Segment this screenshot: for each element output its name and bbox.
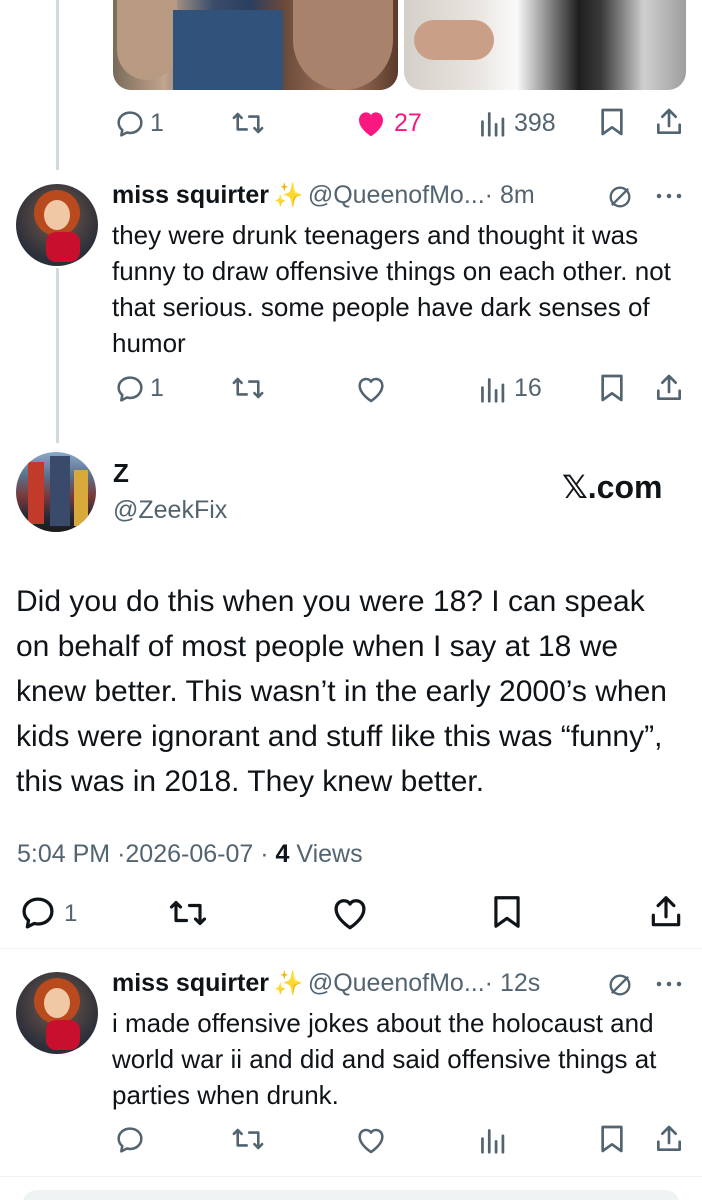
reply-icon[interactable] [18,895,58,931]
avatar-face [44,200,70,230]
author-handle[interactable]: @ZeekFix [113,496,227,525]
divider [0,948,702,949]
like-icon[interactable] [330,895,370,931]
x-watermark: 𝕏.com [562,469,663,505]
retweet-icon[interactable] [230,1123,266,1155]
thread-line-reply1 [56,268,59,443]
author-name[interactable]: Z [113,458,129,489]
reply-icon[interactable] [114,1124,146,1156]
face-shape [117,0,177,80]
share-icon[interactable] [654,1123,684,1155]
building-shape-2 [50,456,70,526]
arm-shape [414,20,494,60]
media-image-right[interactable] [404,0,686,90]
avatar[interactable] [16,452,96,532]
views-label: Views [296,840,363,868]
bookmark-icon[interactable] [598,1123,626,1155]
reply-icon[interactable] [114,373,146,405]
media-image-left[interactable] [113,0,398,90]
reply-count: 1 [64,900,78,927]
building-shape-3 [74,470,88,526]
blocked-icon [606,971,634,999]
more-icon[interactable] [654,186,684,206]
timestamp[interactable]: · 8m [485,181,535,209]
timestamp[interactable]: · 12s [485,969,541,997]
display-name[interactable]: miss squirter [112,181,269,209]
reply-text: they were drunk teenagers and thought it… [112,220,671,358]
meta-separator: · [260,840,269,868]
tweet-date[interactable]: 2026-06-07 [125,840,253,868]
views-number: 4 [275,840,290,868]
user-handle[interactable]: @QueenofMo... [308,181,485,209]
reply-icon[interactable] [114,108,146,140]
like-icon-filled[interactable] [355,108,387,138]
more-icon[interactable] [654,974,684,994]
views-icon[interactable] [478,1125,506,1155]
avatar[interactable] [16,972,98,1054]
sparkle-emoji: ✨ [273,970,304,997]
bookmark-icon[interactable] [598,106,626,138]
retweet-icon[interactable] [230,372,266,404]
thread-line-top [56,0,59,170]
tweet-meta: 5:04 PM ·2026-06-07 · 4 Views [17,840,363,869]
building-shape [28,462,44,524]
reply-count: 1 [150,374,164,402]
reply-count: 1 [150,109,164,137]
blocked-icon [606,183,634,211]
share-icon[interactable] [654,372,684,404]
user-handle[interactable]: @QueenofMo... [308,969,485,997]
avatar-body [46,1020,80,1050]
display-name[interactable]: miss squirter [112,969,269,997]
like-icon[interactable] [355,374,387,404]
share-icon[interactable] [654,106,684,138]
avatar[interactable] [16,184,98,266]
tweet-text: Did you do this when you were 18? I can … [16,585,667,798]
avatar-face [44,988,70,1018]
reply-header: miss squirter ✨ @QueenofMo...· 8m [112,181,535,210]
face-shape-2 [293,0,393,90]
views-count: 398 [514,109,556,137]
like-icon[interactable] [355,1125,387,1155]
reply-text: i made offensive jokes about the holocau… [112,1008,657,1110]
tweet-time[interactable]: 5:04 PM [17,840,110,868]
bookmark-icon[interactable] [490,893,524,931]
retweet-icon[interactable] [230,107,266,139]
bookmark-icon[interactable] [598,372,626,404]
shirt-shape [173,10,283,90]
sparkle-emoji: ✨ [273,182,304,209]
views-icon[interactable] [478,108,506,138]
avatar-body [46,232,80,262]
retweet-icon[interactable] [166,895,210,931]
reply-header: miss squirter ✨ @QueenofMo...· 12s [112,969,540,998]
share-icon[interactable] [648,893,684,931]
like-count: 27 [394,109,422,137]
views-icon[interactable] [478,374,506,404]
views-count: 16 [514,374,542,402]
divider [0,1176,702,1177]
reply-composer[interactable] [22,1190,680,1200]
